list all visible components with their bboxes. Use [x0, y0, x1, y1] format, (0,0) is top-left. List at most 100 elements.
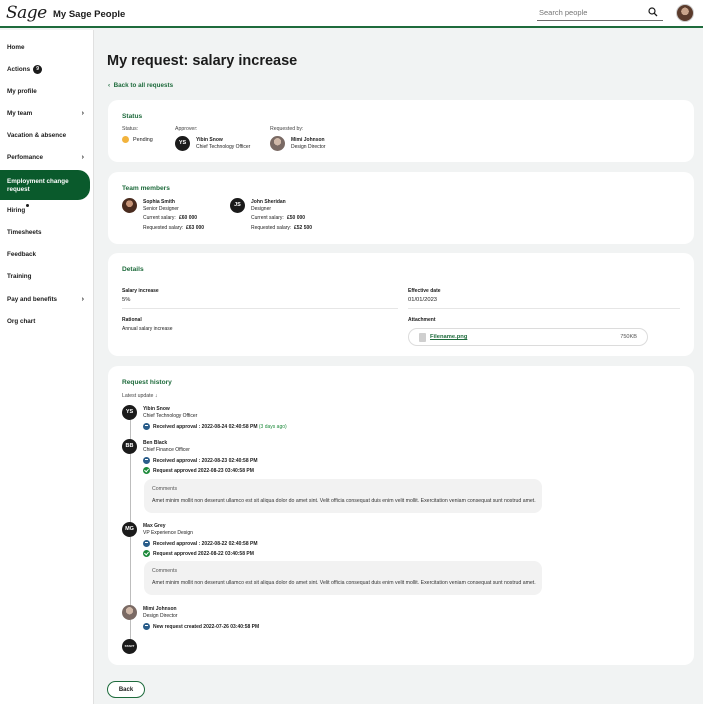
current-salary-label: Current salary: — [143, 215, 176, 221]
sidebar-item-training[interactable]: Training — [0, 270, 94, 284]
member-avatar: JS — [230, 198, 245, 213]
attachment-file-name[interactable]: Filename.png — [430, 334, 467, 340]
comment-text: Amet minim mollit non deserunt ullamco e… — [152, 498, 536, 504]
comment-text: Amet minim mollit non deserunt ullamco e… — [152, 580, 536, 586]
history-name: Mimi Johnson — [143, 606, 177, 612]
salary-increase-label: Salary increase — [122, 288, 159, 294]
history-name: Max Grey — [143, 523, 166, 529]
requested-salary-value: £52 500 — [294, 225, 313, 231]
time-ago: (3 days ago) — [258, 424, 287, 430]
history-role: Chief Technology Officer — [143, 413, 198, 419]
received-approval-icon — [143, 540, 150, 547]
sidebar-item-pay-benefits[interactable]: Pay and benefits › — [0, 293, 94, 307]
sage-logo[interactable]: Sage — [6, 3, 47, 23]
pending-status-icon — [122, 136, 129, 143]
notification-dot — [26, 204, 30, 207]
divider — [122, 308, 398, 309]
actions-count-badge: 9 — [33, 64, 43, 74]
member-name: John Sheridan — [251, 199, 286, 205]
timeline-start-marker: START — [122, 639, 137, 654]
history-name: Ben Black — [143, 440, 168, 446]
app-title: My Sage People — [53, 9, 126, 20]
sidebar-item-performance[interactable]: Perfomance › — [0, 151, 94, 165]
history-event: Received approval : 2022-08-24 02:40:58 … — [153, 424, 287, 430]
status-value: Pending — [133, 137, 153, 143]
search-input[interactable] — [537, 5, 663, 21]
back-to-requests-link[interactable]: ‹ Back to all requests — [108, 82, 173, 89]
history-role: VP Experience Design — [143, 530, 193, 536]
status-card: Status Status: Pending Approver: YS Yibi… — [108, 100, 694, 162]
user-avatar[interactable] — [676, 4, 694, 22]
new-request-icon — [143, 623, 150, 630]
approver-label: Approver: — [175, 126, 198, 132]
requested-salary-label: Requested salary: — [251, 225, 292, 231]
history-avatar — [122, 605, 137, 620]
history-event: Request approved 2022-08-22 03:40:58 PM — [153, 551, 254, 557]
file-icon — [419, 333, 426, 342]
sidebar-item-feedback[interactable]: Feedback — [0, 248, 94, 262]
member-role: Designer — [251, 206, 272, 212]
requester-avatar — [270, 136, 285, 151]
received-approval-icon — [143, 457, 150, 464]
request-history-card: Request history Latest update ↓ YS Yibin… — [108, 366, 694, 665]
approved-check-icon — [143, 550, 150, 557]
chevron-right-icon: › — [81, 110, 84, 117]
sidebar-item-employment-change[interactable]: Employment change request — [0, 170, 90, 200]
sidebar-item-hiring[interactable]: Hiring — [0, 204, 94, 218]
member-role: Senior Designer — [143, 206, 179, 212]
history-event: Request approved 2022-08-23 03:40:58 PM — [153, 468, 254, 474]
received-approval-icon — [143, 423, 150, 430]
status-card-title: Status — [122, 113, 143, 120]
history-avatar: MG — [122, 522, 137, 537]
history-event: Received approval : 2022-08-23 02:40:58 … — [153, 458, 258, 464]
history-avatar: YS — [122, 405, 137, 420]
sidebar-item-timesheets[interactable]: Timesheets — [0, 226, 94, 240]
chevron-right-icon: › — [81, 154, 84, 161]
approved-check-icon — [143, 467, 150, 474]
approver-avatar: YS — [175, 136, 190, 151]
top-bar: Sage My Sage People — [0, 0, 703, 28]
comment-box: Comments Amet minim mollit non deserunt … — [144, 479, 542, 513]
comment-title: Comments — [152, 568, 178, 574]
history-avatar: BB — [122, 439, 137, 454]
requested-salary-label: Requested salary: — [143, 225, 184, 231]
attachment-file-size: 750KB — [620, 334, 637, 340]
member-avatar — [122, 198, 137, 213]
sidebar-item-vacation[interactable]: Vacation & absence — [0, 129, 94, 143]
member-name: Sophia Smith — [143, 199, 175, 205]
rational-value: Annual salary increase — [122, 326, 173, 332]
comment-box: Comments Amet minim mollit non deserunt … — [144, 561, 542, 595]
requested-by-label: Requested by: — [270, 126, 304, 132]
sidebar-item-actions[interactable]: Actions 9 — [0, 63, 94, 77]
history-event: New request created 2022-07-26 03:40:58 … — [153, 624, 260, 630]
divider — [408, 308, 680, 309]
current-salary-value: £50 000 — [287, 215, 306, 221]
requester-name: Mimi Johnson — [291, 137, 325, 143]
attachment-label: Attachment — [408, 317, 436, 323]
history-role: Design Director — [143, 613, 178, 619]
attachment-file[interactable]: Filename.png 750KB — [408, 328, 648, 346]
effective-date-value: 01/01/2023 — [408, 297, 438, 303]
sidebar-item-my-team[interactable]: My team › — [0, 107, 94, 121]
sidebar-item-my-profile[interactable]: My profile — [0, 85, 94, 99]
search-icon[interactable] — [648, 7, 658, 17]
sidebar-item-home[interactable]: Home — [0, 41, 94, 55]
approver-role: Chief Technology Officer — [196, 144, 251, 150]
status-label: Status: — [122, 126, 139, 132]
effective-date-label: Effective date — [408, 288, 441, 294]
current-salary-label: Current salary: — [251, 215, 284, 221]
history-name: Yibin Snow — [143, 406, 170, 412]
details-card: Details Salary increase 5% Effective dat… — [108, 253, 694, 356]
sidebar: Home Actions 9 My profile My team › Vacati… — [0, 30, 94, 704]
rational-label: Rational — [122, 317, 142, 323]
sidebar-item-org-chart[interactable]: Org chart — [0, 315, 94, 329]
back-button[interactable]: Back — [107, 681, 145, 698]
approver-name: Yibin Snow — [196, 137, 223, 143]
sort-latest-update[interactable]: Latest update ↓ — [122, 393, 157, 399]
requester-role: Design Director — [291, 144, 326, 150]
chevron-right-icon: › — [81, 296, 84, 303]
history-role: Chief Finance Officer — [143, 447, 190, 453]
requested-salary-value: £63 000 — [186, 225, 205, 231]
history-event: Received approval : 2022-08-22 02:40:58 … — [153, 541, 258, 547]
salary-increase-value: 5% — [122, 297, 131, 303]
